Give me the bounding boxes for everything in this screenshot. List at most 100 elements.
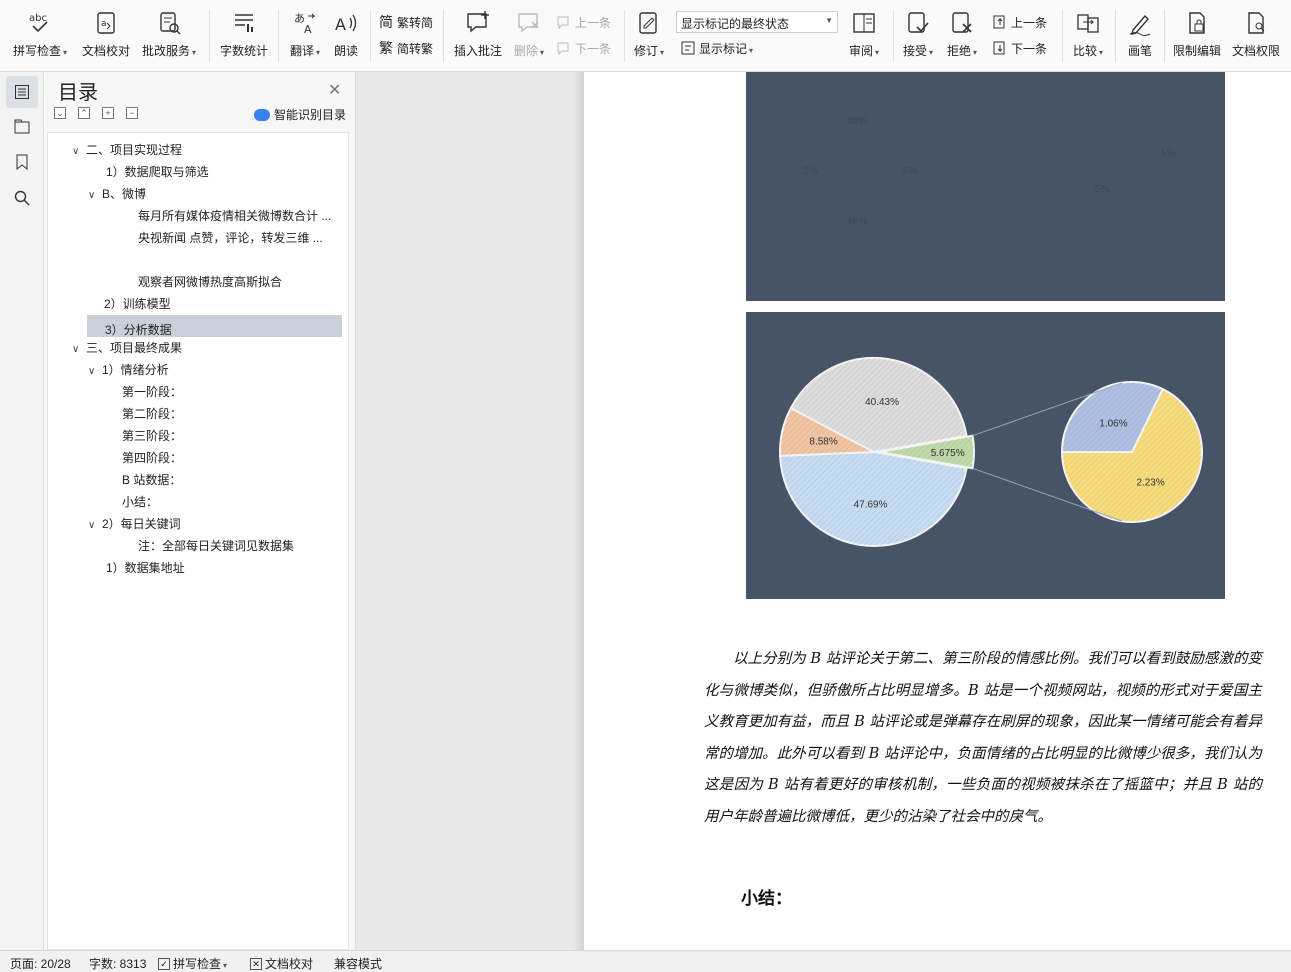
translate-button[interactable]: あA 翻译 — [286, 8, 324, 64]
toc-item[interactable]: ∨ B、微博 — [88, 183, 342, 205]
ai-assistant-icon — [254, 108, 270, 121]
toc-item[interactable]: 每月所有媒体疫情相关微博数合计 ... — [138, 205, 338, 227]
pie-chart-2-svg: 47.69% 8.58% 40.43% 5.675% 2.23% 1.06% — [779, 357, 1203, 547]
delete-comment-button[interactable]: 删除 — [510, 8, 548, 64]
toc-item[interactable]: 注：全部每日关键词见数据集 — [138, 535, 342, 557]
next-change-icon — [992, 40, 1008, 56]
toc-tree: ∨ 二、项目实现过程 1）数据爬取与筛选 ∨ B、微博 每月所有媒体疫情相关微博数合… — [47, 132, 349, 950]
close-icon[interactable]: ✕ — [328, 80, 341, 100]
pie-data-label: 5.675% — [931, 448, 965, 459]
bookmark-button[interactable] — [6, 146, 38, 178]
search-button[interactable] — [6, 182, 38, 214]
pie-chart-1-svg: 46% 2% 6% 46% 1% 5% — [803, 116, 1176, 227]
remove-heading-icon[interactable]: − — [126, 107, 138, 119]
toc-item[interactable]: B 站数据： — [122, 469, 342, 491]
word-count-button[interactable]: 字数统计 — [216, 8, 272, 64]
toc-panel: 目录 ✕ ⌄ ⌃ + − 智能识别目录 ∨ 二、项目实现过程 1）数据爬取与筛选 … — [44, 72, 356, 950]
chart1-data-label: 46% — [847, 216, 867, 227]
toc-item[interactable]: 观察者网微博热度高斯拟合 — [138, 271, 338, 293]
toc-item-selected[interactable]: 3）分析数据 — [87, 315, 342, 337]
next-comment-button[interactable]: 下一条 — [556, 38, 611, 58]
insert-comment-icon — [465, 10, 491, 36]
reject-button[interactable]: 拒绝 — [944, 8, 980, 64]
toc-item[interactable]: 2）训练模型 — [104, 293, 342, 315]
compat-mode-indicator: 兼容模式 — [334, 957, 383, 971]
lock-document-icon — [1184, 10, 1210, 36]
next-comment-icon — [556, 40, 572, 56]
toc-item[interactable]: 1）数据爬取与筛选 — [106, 161, 342, 183]
status-bar: 页面: 20/28 字数: 8313 ✓ 拼写检查 ✕ 文档校对 兼容模式 — [0, 950, 1291, 972]
folder-outline-icon — [14, 119, 30, 134]
translate-icon: あA — [292, 10, 318, 36]
toc-item[interactable]: 第四阶段： — [122, 447, 342, 469]
doc-permission-button[interactable]: 文档权限 — [1229, 8, 1283, 64]
revise-button[interactable]: 修订 — [630, 8, 668, 64]
toc-item[interactable]: 央视新闻 点赞，评论，转发三维 ... — [138, 227, 338, 249]
bookmark-icon — [16, 154, 28, 171]
svg-text:abc: abc — [29, 13, 47, 24]
toc-title: 目录 — [58, 82, 98, 104]
toc-panel-button[interactable] — [6, 76, 38, 108]
search-icon — [14, 190, 30, 206]
insert-comment-button[interactable]: 插入批注 — [450, 8, 506, 64]
chevron-down-icon: ∨ — [88, 190, 96, 201]
doc-proof-button[interactable]: a 文档校对 — [78, 8, 134, 64]
simp-to-trad-button[interactable]: 繁 简转繁 — [378, 38, 433, 58]
read-aloud-button[interactable]: A 朗读 — [330, 8, 362, 64]
pie-chart-1: 46% 2% 6% 46% 1% 5% — [746, 72, 1225, 301]
pen-button[interactable]: 画笔 — [1122, 8, 1158, 64]
doc-proof-icon: a — [93, 10, 119, 36]
review-button[interactable]: 审阅 — [846, 8, 882, 64]
compare-button[interactable]: 比较 — [1068, 8, 1108, 64]
toc-item[interactable]: 第三阶段： — [122, 425, 342, 447]
chapter-nav-button[interactable] — [6, 110, 38, 142]
chevron-down-icon: ▼ — [825, 16, 833, 25]
add-heading-icon[interactable]: + — [102, 107, 114, 119]
toc-item[interactable]: ∨ 二、项目实现过程 — [72, 139, 342, 161]
show-markup-button[interactable]: 显示标记 — [680, 38, 753, 58]
analysis-paragraph: 以上分别为 B 站评论关于第二、第三阶段的情感比例。我们可以看到鼓励感激的变化与… — [704, 644, 1262, 833]
prev-change-icon — [992, 14, 1008, 30]
toc-item[interactable]: ∨ 2）每日关键词 — [88, 513, 342, 535]
sub-pie-data-label: 1.06% — [1099, 418, 1127, 429]
show-markup-icon — [680, 40, 696, 56]
chart1-data-label: 6% — [903, 166, 918, 177]
toc-item[interactable]: ∨ 三、项目最终成果 — [72, 337, 342, 359]
toc-item[interactable]: 小结： — [122, 491, 342, 513]
outline-icon — [15, 85, 29, 99]
page-indicator[interactable]: 页面: 20/28 — [10, 955, 71, 972]
correction-service-button[interactable]: 批改服务 — [138, 8, 200, 64]
prev-comment-button[interactable]: 上一条 — [556, 12, 611, 32]
smart-recognize-toc-button[interactable]: 智能识别目录 — [254, 106, 346, 123]
status-doc-proof-button[interactable]: ✕ 文档校对 — [250, 955, 313, 972]
spell-check-icon: abc — [27, 10, 53, 36]
status-spell-check-button[interactable]: ✓ 拼写检查 — [158, 955, 227, 972]
toc-item[interactable]: 1）数据集地址 — [106, 557, 342, 579]
word-count-indicator[interactable]: 字数: 8313 — [89, 955, 146, 972]
chart1-data-label: 5% — [1095, 184, 1110, 195]
read-aloud-icon: A — [333, 10, 359, 36]
accept-button[interactable]: 接受 — [900, 8, 936, 64]
chart1-data-label: 46% — [847, 116, 867, 127]
spell-check-button[interactable]: abc 拼写检查 — [8, 8, 72, 64]
ribbon-toolbar: abc 拼写检查 a 文档校对 批改服务 字数统计 あA 翻译 A 朗读 — [0, 0, 1291, 72]
paragraph-text: 以上分别为 B 站评论关于第二、第三阶段的情感比例。我们可以看到鼓励感激的变化与… — [704, 651, 1262, 825]
next-change-button[interactable]: 下一条 — [992, 38, 1047, 58]
toc-item[interactable]: 第二阶段： — [122, 403, 342, 425]
chevron-down-icon: ∨ — [72, 344, 80, 355]
trad-to-simp-icon: 简 — [379, 14, 393, 30]
prev-comment-icon — [556, 14, 572, 30]
trad-to-simp-button[interactable]: 简 繁转简 — [378, 12, 433, 32]
toc-item[interactable]: ∨ 1）情绪分析 — [88, 359, 342, 381]
markup-mode-select[interactable]: 显示标记的最终状态 ▼ — [676, 11, 838, 33]
prev-change-button[interactable]: 上一条 — [992, 12, 1047, 32]
expand-level-icon[interactable]: ⌃ — [78, 107, 90, 119]
toc-item[interactable]: 第一阶段： — [122, 381, 342, 403]
compare-icon — [1075, 10, 1101, 36]
restrict-edit-button[interactable]: 限制编辑 — [1170, 8, 1224, 64]
simp-to-trad-icon: 繁 — [379, 40, 393, 56]
chart1-data-label: 1% — [1161, 148, 1176, 159]
sub-pie-data-label: 2.23% — [1136, 478, 1164, 489]
collapse-all-icon[interactable]: ⌄ — [54, 107, 66, 119]
pen-icon — [1127, 10, 1153, 36]
